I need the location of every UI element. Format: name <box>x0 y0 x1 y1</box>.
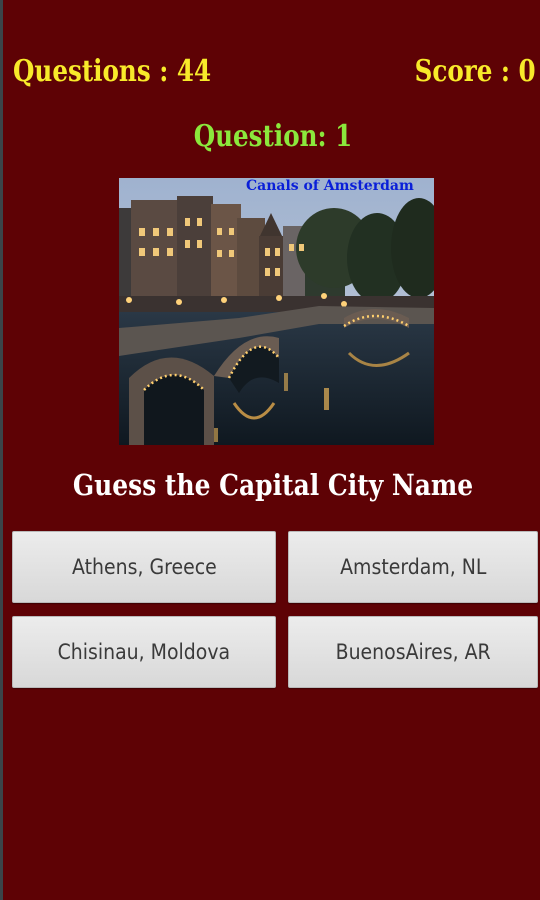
answer-button-3[interactable]: Chisinau, Moldova <box>12 616 276 688</box>
amsterdam-canal-photo <box>119 178 434 445</box>
question-prompt: Guess the Capital City Name <box>72 468 474 502</box>
answer-label: BuenosAires, AR <box>335 640 491 664</box>
question-number: Question: 1 <box>193 119 353 154</box>
quiz-screen: Questions : 44 Score : 0 Question: 1 Can… <box>0 0 540 900</box>
score: Score : 0 <box>414 54 536 89</box>
answer-label: Amsterdam, NL <box>339 555 487 579</box>
answer-label: Athens, Greece <box>71 555 217 579</box>
image-caption: Canals of Amsterdam <box>246 178 414 194</box>
answer-label: Chisinau, Moldova <box>57 640 231 664</box>
answer-button-4[interactable]: BuenosAires, AR <box>288 616 538 688</box>
question-image <box>119 178 434 445</box>
answer-button-2[interactable]: Amsterdam, NL <box>288 531 538 603</box>
questions-count: Questions : 44 <box>13 54 212 89</box>
answer-button-1[interactable]: Athens, Greece <box>12 531 276 603</box>
